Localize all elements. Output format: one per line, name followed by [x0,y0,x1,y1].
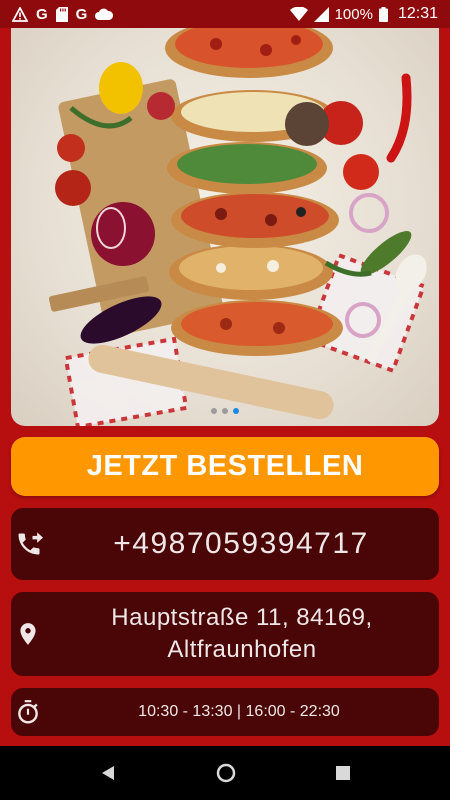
google-icon: G [36,5,48,23]
phone-number[interactable]: +4987059394717 [53,527,439,561]
address-card[interactable]: Hauptstraße 11, 84169, Altfraunhofen [11,592,439,676]
system-nav-bar [0,746,450,800]
slider-pagination [11,408,439,414]
battery-percent: 100% [334,5,373,23]
wifi-icon [289,7,308,21]
phone-forward-icon [11,530,53,558]
address-line2: Altfraunhofen [167,636,317,663]
slider-dot[interactable] [211,408,217,414]
status-right: 100% 12:31 [289,5,438,23]
sd-card-icon [55,6,68,22]
status-bar: G G 100% 12:31 [0,0,450,28]
slider-dot-active[interactable] [233,408,239,414]
home-icon[interactable] [216,763,236,783]
back-icon[interactable] [100,765,116,781]
status-time: 12:31 [397,5,438,22]
alert-triangle-icon [12,6,28,22]
opening-hours: 10:30 - 13:30 | 16:00 - 22:30 [138,703,340,720]
hero-image-slider[interactable] [11,28,439,426]
cloud-icon [95,8,114,20]
opening-hours-card: 10:30 - 13:30 | 16:00 - 22:30 [11,688,439,736]
pizza-illustration [48,28,427,426]
phone-card[interactable]: +4987059394717 [11,508,439,580]
google-icon: G [75,5,88,23]
battery-icon [378,6,388,22]
slider-dot[interactable] [222,408,228,414]
address-line1: Hauptstraße 11, 84169, [111,604,373,631]
status-left: G G [12,5,114,23]
location-pin-icon [11,621,53,647]
recents-icon[interactable] [336,766,350,780]
address-text[interactable]: Hauptstraße 11, 84169, Altfraunhofen [53,602,439,666]
signal-icon [313,6,329,22]
timer-icon [11,699,53,725]
order-now-button[interactable]: JETZT BESTELLEN [11,437,439,496]
